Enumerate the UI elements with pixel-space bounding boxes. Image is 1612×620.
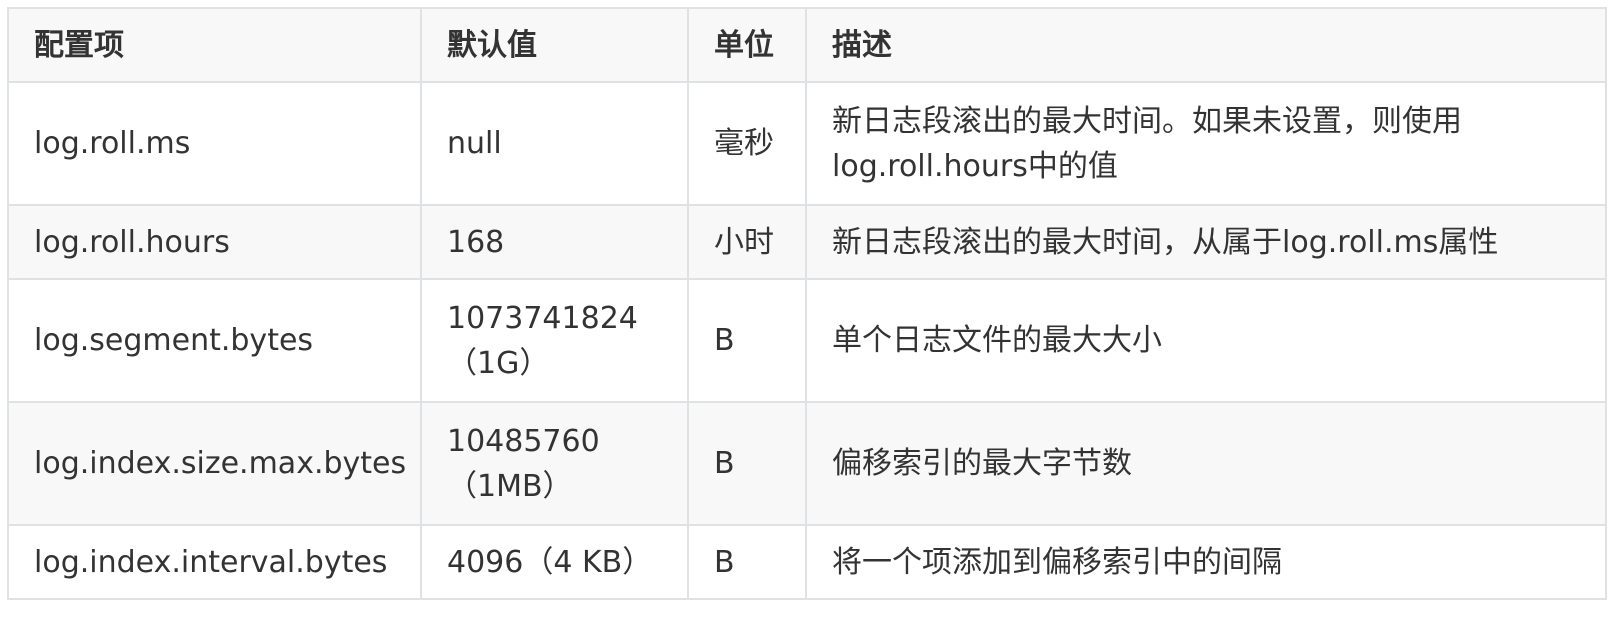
default-value-line: （1MB）: [447, 468, 573, 504]
cell-description: 新日志段滚出的最大时间。如果未设置，则使用 log.roll.hours中的值: [805, 81, 1607, 206]
cell-default-value: 4096（4 KB）: [420, 524, 689, 600]
cell-unit: 毫秒: [687, 81, 807, 206]
config-table-container: 配置项 默认值 单位 描述 log.roll.ms null 毫秒 新日志段滚出…: [7, 7, 1607, 600]
description-line: 将一个项添加到偏移索引中的间隔: [832, 544, 1282, 580]
cell-default-value: 1073741824 （1G）: [420, 278, 689, 403]
description-line: log.roll.hours中的值: [832, 148, 1118, 184]
cell-description: 单个日志文件的最大大小: [805, 278, 1607, 403]
cell-default-value: null: [420, 81, 689, 206]
cell-unit: B: [687, 524, 807, 600]
cell-description: 将一个项添加到偏移索引中的间隔: [805, 524, 1607, 600]
cell-description: 偏移索引的最大字节数: [805, 401, 1607, 526]
description-line: 偏移索引的最大字节数: [832, 446, 1132, 481]
default-value-line: null: [447, 126, 502, 161]
cell-description: 新日志段滚出的最大时间，从属于log.roll.ms属性: [805, 204, 1607, 280]
description-line: 单个日志文件的最大大小: [832, 323, 1162, 358]
table-row: log.roll.hours 168 小时 新日志段滚出的最大时间，从属于log…: [7, 204, 1607, 280]
table-row: log.segment.bytes 1073741824 （1G） B 单个日志…: [7, 278, 1607, 403]
config-table: 配置项 默认值 单位 描述 log.roll.ms null 毫秒 新日志段滚出…: [7, 7, 1607, 600]
default-value-line: 1073741824: [447, 300, 638, 336]
table-row: log.roll.ms null 毫秒 新日志段滚出的最大时间。如果未设置，则使…: [7, 81, 1607, 206]
cell-unit: B: [687, 278, 807, 403]
cell-config-item: log.segment.bytes: [7, 278, 422, 403]
cell-config-item: log.index.size.max.bytes: [7, 401, 422, 526]
header-description: 描述: [805, 7, 1607, 83]
default-value-line: 10485760: [447, 423, 600, 459]
table-header-row: 配置项 默认值 单位 描述: [7, 7, 1607, 83]
description-line: 新日志段滚出的最大时间。如果未设置，则使用: [832, 103, 1462, 139]
table-row: log.index.interval.bytes 4096（4 KB） B 将一…: [7, 524, 1607, 600]
cell-config-item: log.roll.hours: [7, 204, 422, 280]
header-config-item: 配置项: [7, 7, 422, 83]
default-value-line: （1G）: [447, 345, 550, 381]
cell-unit: 小时: [687, 204, 807, 280]
cell-default-value: 10485760 （1MB）: [420, 401, 689, 526]
default-value-line: 168: [447, 224, 505, 260]
description-line: 新日志段滚出的最大时间，从属于log.roll.ms属性: [832, 224, 1499, 260]
header-unit: 单位: [687, 7, 807, 83]
header-default-value: 默认值: [420, 7, 689, 83]
cell-config-item: log.index.interval.bytes: [7, 524, 422, 600]
cell-default-value: 168: [420, 204, 689, 280]
cell-config-item: log.roll.ms: [7, 81, 422, 206]
table-row: log.index.size.max.bytes 10485760 （1MB） …: [7, 401, 1607, 526]
default-value-line: 4096（4 KB）: [447, 544, 653, 580]
cell-unit: B: [687, 401, 807, 526]
